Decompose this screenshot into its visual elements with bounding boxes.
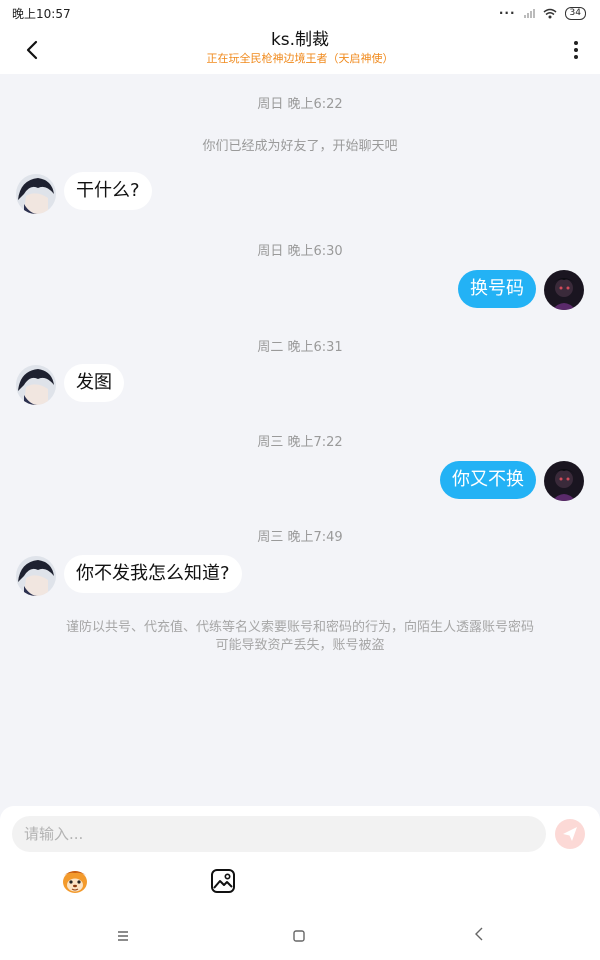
system-nav-bar <box>0 920 600 952</box>
more-options-button[interactable] <box>566 36 586 64</box>
avatar-image <box>544 270 584 310</box>
header-title-group: ks.制裁 正在玩全民枪神边境王者（天启神使） <box>100 28 500 66</box>
nav-home-button[interactable] <box>292 928 306 947</box>
emoji-button[interactable] <box>60 866 90 896</box>
status-bar: 晚上10:57 ··· 34 <box>0 0 600 26</box>
timestamp: 周日 晚上6:30 <box>257 244 343 259</box>
message-bubble-received[interactable]: 你不发我怎么知道? <box>64 555 242 593</box>
image-icon <box>211 869 235 893</box>
nav-back-button[interactable] <box>472 926 486 946</box>
status-icons: ··· 34 <box>499 6 586 20</box>
chevron-left-icon <box>26 40 38 60</box>
wifi-icon <box>543 8 557 18</box>
timestamp: 周三 晚上7:22 <box>257 435 343 450</box>
timestamp: 周日 晚上6:22 <box>257 97 343 112</box>
my-avatar[interactable] <box>544 461 584 501</box>
send-icon <box>563 827 577 841</box>
message-bubble-sent[interactable]: 换号码 <box>458 270 536 308</box>
security-warning: 谨防以共号、代充值、代练等名义索要账号和密码的行为，向陌生人透露账号密码 可能导… <box>20 619 580 655</box>
my-avatar[interactable] <box>544 270 584 310</box>
avatar-image <box>16 556 56 596</box>
avatar-image <box>544 461 584 501</box>
avatar-image <box>16 174 56 214</box>
contact-avatar[interactable] <box>16 365 56 405</box>
back-button[interactable] <box>18 36 46 64</box>
notification-dots-icon: ··· <box>498 6 516 20</box>
more-vertical-icon <box>574 41 578 45</box>
back-icon <box>475 927 483 941</box>
send-button[interactable] <box>555 819 585 849</box>
message-bubble-received[interactable]: 干什么? <box>64 172 152 210</box>
message-bubble-received[interactable]: 发图 <box>64 364 124 402</box>
image-picker-button[interactable] <box>210 868 238 896</box>
menu-icon <box>118 931 128 941</box>
emoji-icon <box>63 871 87 893</box>
status-time: 晚上10:57 <box>12 6 71 21</box>
contact-avatar[interactable] <box>16 174 56 214</box>
warning-line: 谨防以共号、代充值、代练等名义索要账号和密码的行为，向陌生人透露账号密码 <box>65 620 534 635</box>
message-input-wrapper <box>12 816 546 852</box>
contact-status: 正在玩全民枪神边境王者（天启神使） <box>206 52 394 65</box>
system-message: 你们已经成为好友了，开始聊天吧 <box>202 139 398 154</box>
warning-line: 可能导致资产丢失，账号被盗 <box>215 638 385 653</box>
home-icon <box>293 930 305 942</box>
chat-header: ks.制裁 正在玩全民枪神边境王者（天启神使） <box>0 26 600 74</box>
battery-indicator: 34 <box>564 6 586 20</box>
nav-menu-button[interactable] <box>116 928 130 947</box>
message-bubble-sent[interactable]: 你又不换 <box>440 461 536 499</box>
avatar-image <box>16 365 56 405</box>
signal-icon <box>523 8 535 18</box>
contact-avatar[interactable] <box>16 556 56 596</box>
timestamp: 周三 晚上7:49 <box>257 530 343 545</box>
message-input[interactable] <box>12 816 546 852</box>
contact-name: ks.制裁 <box>270 30 330 50</box>
timestamp: 周二 晚上6:31 <box>257 340 343 355</box>
